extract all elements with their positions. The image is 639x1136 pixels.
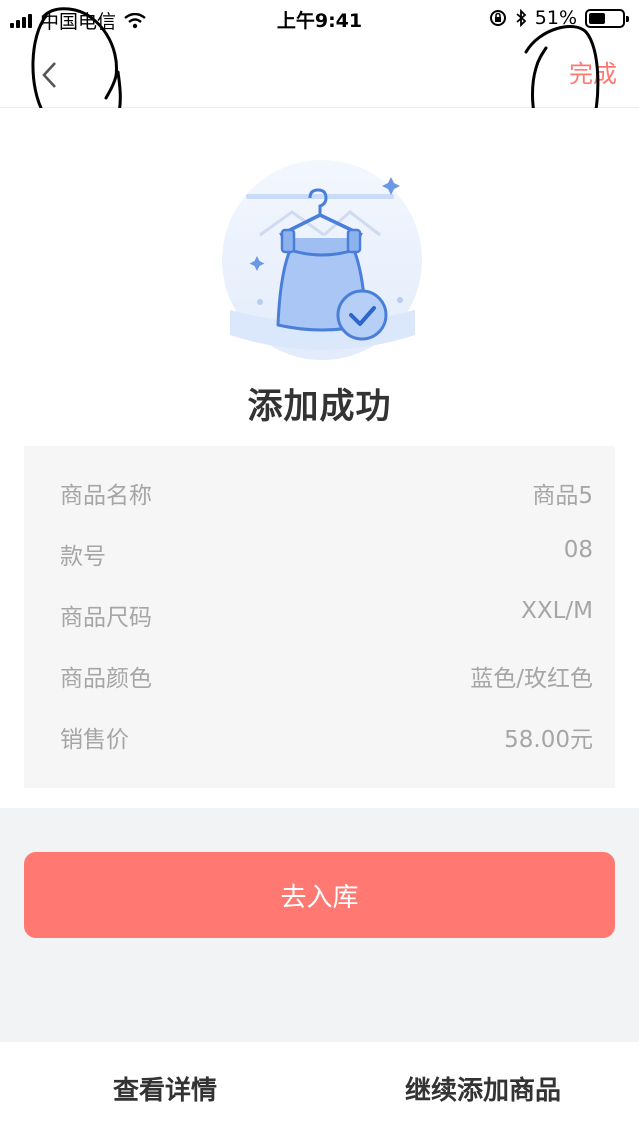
- detail-label: 商品名称: [60, 483, 152, 509]
- battery-icon: [585, 8, 629, 28]
- bluetooth-icon: [516, 9, 527, 27]
- detail-value: 58.00元: [504, 727, 593, 753]
- detail-value: XXL/M: [521, 598, 593, 624]
- detail-row-color: 商品颜色 蓝色/玫红色: [24, 651, 615, 712]
- detail-label: 销售价: [60, 727, 129, 753]
- detail-value: 商品5: [532, 483, 593, 509]
- detail-row-size: 商品尺码 XXL/M: [24, 590, 615, 651]
- detail-label: 款号: [60, 544, 106, 570]
- stock-in-button[interactable]: 去入库: [24, 852, 615, 938]
- product-details: 商品名称 商品5 款号 08 商品尺码 XXL/M 商品颜色 蓝色/玫红色 销售…: [24, 446, 615, 788]
- content-panel: 添加成功 商品名称 商品5 款号 08 商品尺码 XXL/M 商品颜色 蓝色/玫…: [0, 108, 639, 808]
- detail-row-style-no: 款号 08: [24, 529, 615, 590]
- detail-label: 商品颜色: [60, 666, 152, 692]
- detail-value: 08: [563, 537, 593, 563]
- back-button[interactable]: [22, 46, 102, 106]
- chevron-left-icon: [42, 62, 56, 88]
- detail-row-price: 销售价 58.00元: [24, 712, 615, 773]
- nav-bar: 完成: [0, 40, 639, 108]
- rotation-lock-icon: [489, 10, 506, 26]
- battery-percent: 51%: [534, 7, 577, 29]
- status-right: 51%: [489, 7, 629, 29]
- continue-add-button[interactable]: 继续添加商品: [405, 1070, 561, 1107]
- status-bar: 中国电信 上午9:41 51%: [0, 0, 639, 40]
- bottom-bar: 查看详情 继续添加商品: [0, 1042, 639, 1136]
- view-details-button[interactable]: 查看详情: [113, 1070, 217, 1107]
- clothes-hanger-success-icon: [222, 160, 422, 360]
- detail-row-name: 商品名称 商品5: [24, 468, 615, 529]
- detail-label: 商品尺码: [60, 605, 152, 631]
- done-button[interactable]: 完成: [569, 54, 617, 89]
- success-title: 添加成功: [247, 387, 392, 427]
- detail-value: 蓝色/玫红色: [470, 666, 593, 692]
